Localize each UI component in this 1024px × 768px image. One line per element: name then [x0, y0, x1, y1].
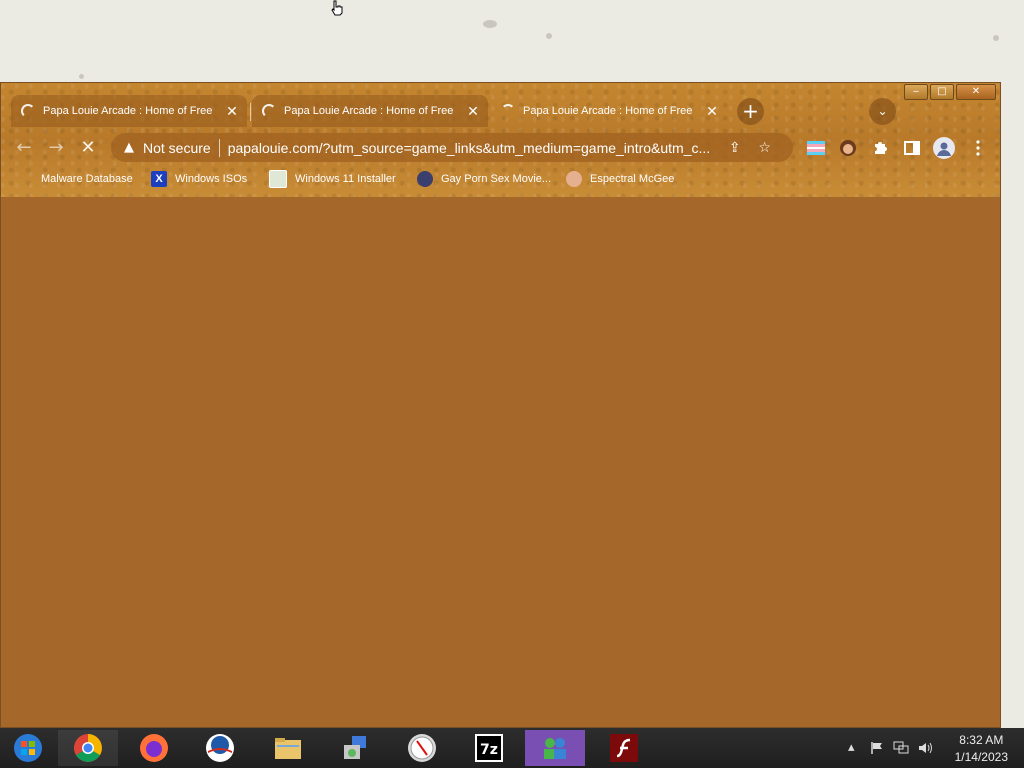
bookmark-favicon-icon: [417, 171, 433, 187]
hand-cursor-icon: [331, 0, 343, 16]
share-icon[interactable]: ⇪: [722, 140, 748, 156]
profile-avatar-icon[interactable]: [933, 137, 955, 159]
firefox-icon: [140, 734, 168, 762]
taskbar-flash[interactable]: [594, 730, 654, 766]
taskbar-firefox[interactable]: [124, 730, 184, 766]
clock-time: 8:32 AM: [959, 733, 1004, 747]
obama-logo-icon: [206, 734, 234, 762]
minimize-button[interactable]: ‒: [904, 84, 928, 100]
warning-icon[interactable]: ▲: [121, 140, 137, 155]
compass-icon: [408, 734, 436, 762]
browser-menu-icon[interactable]: [967, 137, 989, 159]
browser-window: ‒ □ ✕ Papa Louie Arcade : Home of Free ✕…: [0, 82, 1001, 728]
loading-spinner-icon: [262, 104, 276, 118]
bookmark-label: Windows ISOs: [175, 173, 248, 185]
taskbar-obama-logo[interactable]: [190, 730, 250, 766]
side-panel-icon[interactable]: [901, 137, 923, 159]
wallpaper-speck: [546, 33, 552, 39]
taskbar-messenger[interactable]: [525, 730, 585, 766]
taskbar-7zip[interactable]: 7z: [459, 730, 519, 766]
start-button[interactable]: [0, 730, 56, 766]
bookmark-malware-database[interactable]: Malware Database: [17, 169, 133, 189]
chrome-icon: [74, 734, 102, 762]
bookmark-label: Gay Porn Sex Movie...: [441, 173, 552, 185]
maximize-button[interactable]: □: [930, 84, 954, 100]
stop-loading-button[interactable]: ✕: [75, 135, 101, 161]
window-controls: ‒ □ ✕: [904, 84, 996, 100]
taskbar-chrome[interactable]: [58, 730, 118, 766]
wallpaper-speck: [79, 74, 84, 79]
file-explorer-icon: [275, 738, 301, 759]
tab-divider: [250, 103, 251, 121]
tab-title: Papa Louie Arcade : Home of Free: [284, 105, 454, 117]
volume-icon[interactable]: [918, 741, 934, 755]
windows-isos-icon: X: [151, 171, 167, 187]
espectral-mcgee-icon: [566, 171, 582, 187]
installer-icon: [344, 736, 366, 759]
system-clock[interactable]: 8:32 AM 1/14/2023: [955, 732, 1008, 766]
tab-close-button[interactable]: ✕: [703, 103, 721, 120]
page-content-area[interactable]: [1, 197, 1000, 727]
windows-installer-icon: [269, 170, 287, 188]
tab-close-button[interactable]: ✕: [464, 103, 482, 120]
bookmark-star-icon[interactable]: ☆: [752, 140, 778, 156]
bookmark-label: Windows 11 Installer: [295, 173, 396, 185]
security-status[interactable]: Not secure: [143, 140, 211, 156]
address-bar[interactable]: ▲ Not secure papalouie.com/?utm_source=g…: [111, 133, 793, 162]
forward-button[interactable]: →: [43, 135, 69, 161]
extension-face-icon[interactable]: [837, 137, 859, 159]
action-center-flag-icon[interactable]: [870, 741, 884, 755]
messenger-icon: [544, 738, 566, 759]
extension-flag-icon[interactable]: [805, 137, 827, 159]
extensions-puzzle-icon[interactable]: [869, 137, 891, 159]
url-text[interactable]: papalouie.com/?utm_source=game_links&utm…: [228, 140, 718, 156]
show-hidden-icons-button[interactable]: ▴: [848, 740, 855, 755]
malware-database-icon: [17, 171, 33, 187]
tab-2[interactable]: Papa Louie Arcade : Home of Free ✕: [252, 95, 488, 127]
tab-title: Papa Louie Arcade : Home of Free: [43, 105, 213, 117]
bookmark-windows-11-installer[interactable]: Windows 11 Installer: [269, 169, 396, 189]
tab-title: Papa Louie Arcade : Home of Free: [523, 105, 693, 117]
taskbar-file-explorer[interactable]: [258, 730, 318, 766]
back-button[interactable]: ←: [11, 135, 37, 161]
flash-icon: [610, 734, 638, 762]
loading-spinner-icon: [21, 104, 35, 118]
close-window-button[interactable]: ✕: [956, 84, 996, 100]
svg-text:7z: 7z: [480, 742, 498, 758]
bookmark-windows-isos[interactable]: X Windows ISOs: [151, 169, 247, 189]
new-tab-button[interactable]: +: [737, 98, 764, 125]
bookmark-label: Malware Database: [41, 173, 133, 185]
7zip-icon: 7z: [475, 734, 503, 762]
taskbar-compass-app[interactable]: [392, 730, 452, 766]
wallpaper-speck: [993, 35, 999, 41]
tab-1[interactable]: Papa Louie Arcade : Home of Free ✕: [11, 95, 247, 127]
tab-close-button[interactable]: ✕: [223, 103, 241, 120]
taskbar: 7z ▴ 8:32 AM 1/14/2023: [0, 728, 1024, 768]
taskbar-installer[interactable]: [325, 730, 385, 766]
tab-search-button[interactable]: ⌄: [869, 98, 896, 125]
network-icon[interactable]: [893, 741, 909, 755]
clock-date: 1/14/2023: [954, 750, 1008, 764]
address-divider: [218, 138, 220, 157]
loading-spinner-icon: [501, 104, 515, 118]
bookmark-espectral-mcgee[interactable]: Espectral McGee: [566, 169, 674, 189]
tab-3[interactable]: Papa Louie Arcade : Home of Free ✕: [491, 95, 727, 127]
bookmark-label: Espectral McGee: [590, 173, 675, 185]
bookmark-gay-porn-sex-movie[interactable]: Gay Porn Sex Movie...: [417, 169, 551, 189]
start-orb-icon: [14, 734, 42, 762]
wallpaper-speck: [483, 20, 497, 28]
